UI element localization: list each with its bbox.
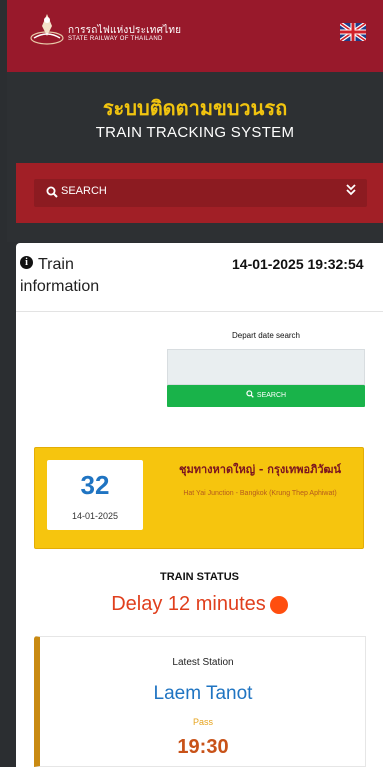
depart-date-label: Depart date search [231,331,301,340]
depart-search-button[interactable]: SEARCH [167,385,365,407]
route-english: Hat Yai Junction - Bangkok (Krung Thep A… [183,490,337,497]
search-icon [246,390,254,398]
station-pass-status: Pass [192,717,213,727]
brand-name-english: STATE RAILWAY OF THAILAND [68,36,163,42]
search-icon [46,186,58,198]
uk-flag-icon[interactable] [340,23,366,41]
title-thai: ระบบติดตามขบวนรถ [102,96,288,120]
depart-search-label: SEARCH [256,392,287,399]
depart-date-input[interactable] [167,349,365,385]
delay-text: Delay 12 minutes [111,593,266,615]
srt-logo [30,14,64,45]
current-datetime: 14-01-2025 19:32:54 [232,256,364,272]
latest-station-name: Laem Tanot [153,683,253,704]
search-toggle-label[interactable]: SEARCH [61,185,107,197]
info-circle-icon: i [20,256,33,269]
title-english: TRAIN TRACKING SYSTEM [95,124,295,141]
train-status-label: TRAIN STATUS [159,571,240,583]
train-number: 32 [80,470,110,500]
train-date: 14-01-2025 [71,511,119,521]
route-thai: ชุมทางหาดใหญ่ - กรุงเทพอภิวัฒน์ [179,463,341,476]
station-time: 19:30 [177,736,229,758]
status-dot-icon [269,595,288,614]
latest-station-label: Latest Station [172,657,234,668]
double-chevron-down-icon[interactable] [345,183,357,197]
delay-status: Delay 12 minutes [16,593,383,616]
train-info-title: Train information [20,256,100,295]
